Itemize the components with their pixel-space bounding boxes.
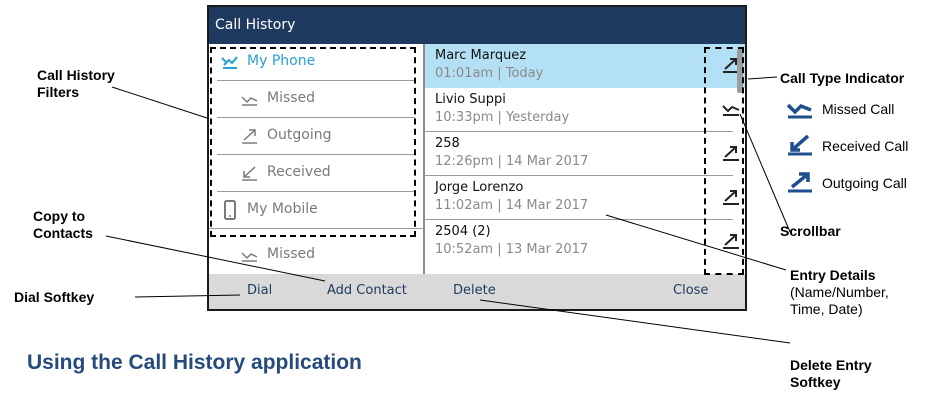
callout-filters: Call History Filters	[37, 67, 115, 100]
received-call-icon	[788, 134, 812, 156]
callout-entry-details-sub: (Name/Number, Time, Date)	[790, 284, 889, 317]
legend-missed-label: Missed Call	[822, 101, 895, 117]
callout-copy-to-contacts: Copy to Contacts	[33, 208, 93, 241]
callout-entry-details: Entry Details	[790, 267, 876, 283]
legend-outgoing-label: Outgoing Call	[822, 175, 907, 191]
callout-delete-entry-softkey: Delete Entry Softkey	[790, 357, 872, 390]
callout-scrollbar: Scrollbar	[780, 223, 841, 239]
callout-dial-softkey: Dial Softkey	[14, 289, 95, 305]
callout-lines	[105, 76, 791, 344]
legend-received-label: Received Call	[822, 138, 909, 154]
missed-call-icon	[786, 103, 812, 119]
callout-call-type-indicator: Call Type Indicator	[780, 70, 905, 86]
outgoing-call-icon	[788, 172, 812, 193]
section-heading: Using the Call History application	[27, 351, 362, 374]
